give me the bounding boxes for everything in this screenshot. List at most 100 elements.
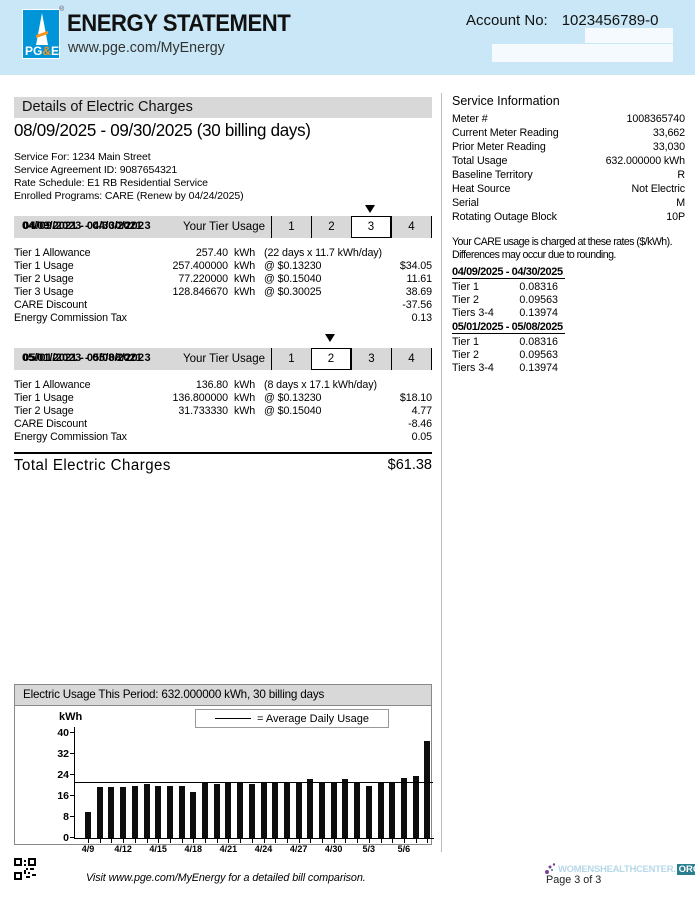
- billing-period-heading: 08/09/2025 - 09/30/2025 (30 billing days…: [14, 120, 419, 141]
- care-rate-period-range: 05/01/2025 - 05/08/2025: [452, 321, 565, 334]
- row-label: Tier 3 Usage: [14, 286, 162, 299]
- x-axis-tick: [88, 839, 89, 843]
- row-rate: (22 days x 11.7 kWh/day): [262, 247, 432, 260]
- row-unit: kWh: [228, 247, 262, 260]
- x-axis-tick: [427, 839, 428, 843]
- total-divider-line: [14, 452, 432, 454]
- row-qty: [162, 312, 228, 325]
- y-axis-tick-label: 32: [43, 748, 69, 760]
- si-label: Prior Meter Reading: [452, 140, 546, 155]
- x-axis-tick: [369, 839, 370, 843]
- row-unit: kWh: [228, 286, 262, 299]
- usage-bar: [307, 779, 313, 838]
- rate-value: 0.13974: [519, 307, 558, 320]
- row-amount: -37.56: [402, 299, 432, 312]
- x-axis-tick: [345, 839, 346, 843]
- qr-code-icon: [14, 858, 36, 880]
- selected-tier-marker-icon: [365, 205, 375, 213]
- x-axis-tick: [170, 839, 171, 843]
- usage-bar: [190, 792, 196, 838]
- watermark-name: WOMENSHEALTHCENTER.: [558, 864, 676, 875]
- row-rate: (8 days x 17.1 kWh/day): [262, 379, 432, 392]
- header-url: www.pge.com/MyEnergy: [68, 39, 225, 56]
- row-label: CARE Discount: [14, 418, 162, 431]
- row-rate: @ $0.15040: [262, 273, 407, 286]
- x-axis-tick: [240, 839, 241, 843]
- list-item: Rotating Outage Block10P: [452, 210, 685, 225]
- care-rate-period-range: 04/09/2025 - 04/30/2025: [452, 266, 565, 279]
- x-axis-tick-label: 4/27: [284, 844, 314, 854]
- usage-bar: [249, 784, 255, 838]
- x-axis-tick: [135, 839, 136, 843]
- row-qty: [162, 418, 228, 431]
- table-row: Tier 2 Usage 31.733330 kWh @ $0.150404.7…: [14, 405, 432, 418]
- table-row: CARE Discount -8.46: [14, 418, 432, 431]
- usage-bar: [225, 783, 231, 838]
- page-title: ENERGY STATEMENT: [67, 10, 290, 38]
- x-axis-tick: [275, 839, 276, 843]
- row-amount: $34.05: [400, 260, 432, 273]
- header-band: PG&E ® ENERGY STATEMENT www.pge.com/MyEn…: [0, 0, 695, 75]
- rate-label: Tier 2: [452, 294, 479, 307]
- care-note-line: Differences may occur due to rounding.: [452, 249, 692, 262]
- usage-bar: [296, 782, 302, 838]
- date-range-layer: 05/01/2023 - 05/08/2023: [23, 352, 151, 364]
- tier-table-1-header: 04/09/2021 - 04/30/2021 04/09/2023 - 04/…: [14, 216, 432, 238]
- table-row: Tier 1 Allowance 136.80 kWh (8 days x 17…: [14, 379, 432, 392]
- row-amount: 38.69: [406, 286, 432, 299]
- usage-bar: [132, 786, 138, 839]
- your-tier-usage-label: Your Tier Usage: [174, 221, 271, 233]
- row-label: Tier 1 Allowance: [14, 247, 162, 260]
- row-unit: kWh: [228, 379, 262, 392]
- table-row: Tier 1 Usage 136.800000 kWh @ $0.13230$1…: [14, 392, 432, 405]
- average-line-icon: [215, 718, 251, 719]
- enrolled-programs-line: Enrolled Programs: CARE (Renew by 04/24/…: [14, 190, 244, 202]
- x-axis-tick: [217, 839, 218, 843]
- usage-bar: [108, 787, 114, 838]
- x-axis-tick: [299, 839, 300, 843]
- table-row: Tier 1 Usage 257.400000 kWh @ $0.13230$3…: [14, 260, 432, 273]
- usage-chart-box: Electric Usage This Period: 632.000000 k…: [14, 684, 432, 845]
- care-note-line: Your CARE usage is charged at these rate…: [452, 236, 692, 249]
- tier-cell-2-selected: 2: [311, 348, 351, 370]
- y-axis-tick-label: 0: [43, 832, 69, 844]
- x-axis-tick: [123, 839, 124, 843]
- list-item: Tier 20.09563: [452, 349, 558, 362]
- row-rate: [262, 418, 408, 431]
- row-amount: -8.46: [408, 418, 432, 431]
- total-label: Total Electric Charges: [14, 457, 171, 475]
- usage-bar: [319, 783, 325, 838]
- usage-bar: [284, 783, 290, 838]
- row-rate: [262, 312, 412, 325]
- row-amount: 11.61: [407, 273, 432, 286]
- usage-bar: [413, 776, 419, 838]
- usage-bar: [331, 783, 337, 838]
- y-axis-tick-label: 8: [43, 811, 69, 823]
- x-axis-tick-label: 4/24: [249, 844, 279, 854]
- usage-bar: [202, 783, 208, 838]
- x-axis-tick-label: 5/3: [354, 844, 384, 854]
- list-item: Tier 10.08316: [452, 281, 558, 294]
- row-rate: @ $0.13230: [262, 260, 400, 273]
- x-axis-tick: [381, 839, 382, 843]
- tier-cell-3-selected: 3: [351, 216, 391, 238]
- tier-cell-separator: [431, 348, 432, 370]
- account-number-row: Account No:1023456789-0: [466, 12, 658, 29]
- usage-bar: [424, 741, 430, 838]
- y-axis-tick-label: 16: [43, 790, 69, 802]
- si-label: Meter #: [452, 112, 488, 127]
- row-qty: [162, 431, 228, 444]
- tier-cell-2: 2: [311, 216, 351, 238]
- registered-mark: ®: [59, 6, 64, 13]
- x-axis-tick-label: 5/6: [389, 844, 419, 854]
- si-label: Serial: [452, 196, 479, 211]
- row-unit: kWh: [228, 273, 262, 286]
- usage-bar: [214, 784, 220, 838]
- service-information-title: Service Information: [452, 94, 560, 108]
- tier-cell-4: 4: [391, 216, 431, 238]
- row-amount: 0.05: [412, 431, 432, 444]
- x-axis-tick: [392, 839, 393, 843]
- x-axis-tick: [158, 839, 159, 843]
- table-row: Energy Commission Tax 0.13: [14, 312, 432, 325]
- list-item: Meter #1008365740: [452, 112, 685, 127]
